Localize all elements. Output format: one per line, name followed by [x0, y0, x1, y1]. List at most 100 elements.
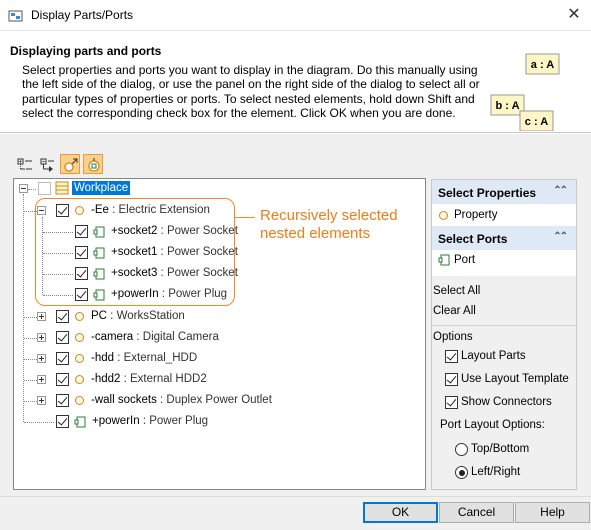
tree-item-separator: : — [156, 393, 167, 406]
tree-item-type: External HDD2 — [130, 372, 207, 385]
property-icon — [75, 374, 84, 384]
select-all-link[interactable]: Select All — [433, 285, 480, 297]
tree-item-separator: : — [114, 351, 124, 364]
tree-expander[interactable] — [37, 353, 46, 363]
window-title: Display Parts/Ports — [31, 8, 134, 22]
tree-item-separator: : — [106, 309, 117, 322]
property-icon — [75, 311, 84, 321]
show-connectors-label[interactable]: Show Connectors — [461, 396, 552, 408]
root-expander[interactable] — [19, 184, 28, 193]
top-bottom-radio[interactable] — [455, 443, 468, 456]
show-ports-toggle[interactable] — [83, 154, 103, 174]
tree-item-checkbox[interactable] — [56, 415, 69, 428]
show-properties-icon — [64, 158, 78, 172]
options-title: Options — [433, 331, 473, 343]
selection-panel: Select Properties ⌃⌃ Property Select Por… — [431, 179, 577, 490]
help-button[interactable]: Help — [515, 502, 590, 523]
select-properties-title: Select Properties — [438, 186, 537, 200]
parts-illustration-icon: a : A b : A c : A — [490, 53, 560, 131]
collapse-all-button[interactable] — [37, 154, 57, 174]
deco-label-a: a : A — [531, 59, 554, 71]
callout-pointer — [235, 217, 255, 218]
header-title: Displaying parts and ports — [10, 44, 162, 58]
select-property-item[interactable]: Property — [454, 209, 497, 221]
property-icon — [75, 332, 84, 342]
tree-expander[interactable] — [37, 311, 46, 321]
property-icon — [439, 211, 448, 220]
select-port-item[interactable]: Port — [454, 254, 475, 266]
tree-expander[interactable] — [37, 395, 46, 405]
expand-all-icon — [17, 158, 32, 170]
expand-all-button[interactable] — [14, 154, 34, 174]
tree-item-label[interactable]: -wall sockets : Duplex Power Outlet — [91, 394, 272, 406]
tree-expander[interactable] — [37, 374, 46, 384]
collapse-chevron-icon: ⌃⌃ — [553, 231, 568, 242]
tree-item-checkbox[interactable] — [56, 372, 69, 386]
cancel-button[interactable]: Cancel — [439, 502, 514, 523]
tree-item-name: -wall sockets — [91, 393, 157, 406]
tree-item-name: -camera — [91, 330, 134, 343]
show-properties-toggle[interactable] — [60, 154, 80, 174]
tree-connector — [24, 316, 37, 318]
root-checkbox[interactable] — [38, 182, 51, 195]
ok-button[interactable]: OK — [363, 502, 438, 523]
tree-item-name: -hdd — [91, 351, 115, 364]
root-label[interactable]: Workplace — [72, 181, 131, 195]
top-bottom-label[interactable]: Top/Bottom — [471, 443, 529, 455]
select-ports-header[interactable]: Select Ports ⌃⌃ — [432, 226, 576, 250]
tree-item-name: +powerIn — [92, 415, 140, 427]
tree-item-label[interactable]: -camera : Digital Camera — [91, 331, 219, 343]
tree-connector — [24, 337, 37, 339]
panel-divider — [432, 325, 576, 326]
tree-item-label[interactable]: PC : WorksStation — [91, 310, 185, 322]
select-properties-header[interactable]: Select Properties ⌃⌃ — [432, 180, 576, 204]
close-icon: ✕ — [567, 6, 581, 23]
port-icon — [438, 254, 450, 266]
tree-item-label[interactable]: -hdd : External_HDD — [91, 352, 197, 364]
layout-parts-checkbox[interactable] — [445, 350, 458, 363]
tree-item-type: External_HDD — [123, 351, 198, 364]
select-ports-title: Select Ports — [438, 232, 508, 246]
tree-item-label[interactable]: -hdd2 : External HDD2 — [91, 373, 207, 385]
tree-item-type: Duplex Power Outlet — [166, 393, 272, 406]
block-icon — [55, 181, 69, 195]
tree-item-checkbox[interactable] — [56, 351, 69, 365]
tree-connector — [23, 194, 24, 422]
tree-item-separator: : — [120, 372, 131, 385]
tree-item-separator: : — [139, 415, 150, 427]
tree-item-separator: : — [133, 330, 143, 343]
show-connectors-checkbox[interactable] — [445, 396, 458, 409]
port-icon — [74, 416, 86, 428]
app-icon — [8, 10, 23, 22]
tree-connector — [24, 358, 37, 360]
title-bar: Display Parts/Ports ✕ — [0, 0, 591, 31]
tree-connector — [24, 422, 54, 423]
collapse-chevron-icon: ⌃⌃ — [553, 185, 568, 196]
clear-all-link[interactable]: Clear All — [433, 305, 476, 317]
property-icon — [75, 395, 84, 405]
tree-item-type: Power Plug — [149, 415, 209, 427]
tree-connector — [24, 379, 37, 381]
use-layout-template-label[interactable]: Use Layout Template — [461, 373, 569, 385]
close-button[interactable]: ✕ — [557, 0, 591, 30]
layout-parts-label[interactable]: Layout Parts — [461, 350, 526, 362]
tree-connector — [24, 400, 37, 402]
show-ports-icon — [88, 158, 100, 172]
root-name: Workplace — [72, 181, 131, 195]
header-description: Select properties and ports you want to … — [22, 63, 480, 120]
left-right-label[interactable]: Left/Right — [471, 466, 520, 478]
port-layout-title: Port Layout Options: — [440, 419, 545, 431]
left-right-radio[interactable] — [455, 466, 468, 479]
tree-expander[interactable] — [37, 332, 46, 342]
collapse-all-icon — [40, 158, 54, 172]
tree-item-checkbox[interactable] — [56, 393, 69, 407]
tree-item-checkbox[interactable] — [56, 309, 69, 323]
tree-connector — [28, 189, 36, 190]
tree-item-type: WorksStation — [116, 309, 185, 322]
property-icon — [75, 353, 84, 363]
deco-label-c: c : A — [525, 116, 548, 128]
tree-item-label[interactable]: +powerIn : Power Plug — [92, 415, 208, 427]
tree-item-checkbox[interactable] — [56, 330, 69, 344]
use-layout-template-checkbox[interactable] — [445, 373, 458, 386]
dialog-header: Displaying parts and ports Select proper… — [0, 31, 591, 133]
